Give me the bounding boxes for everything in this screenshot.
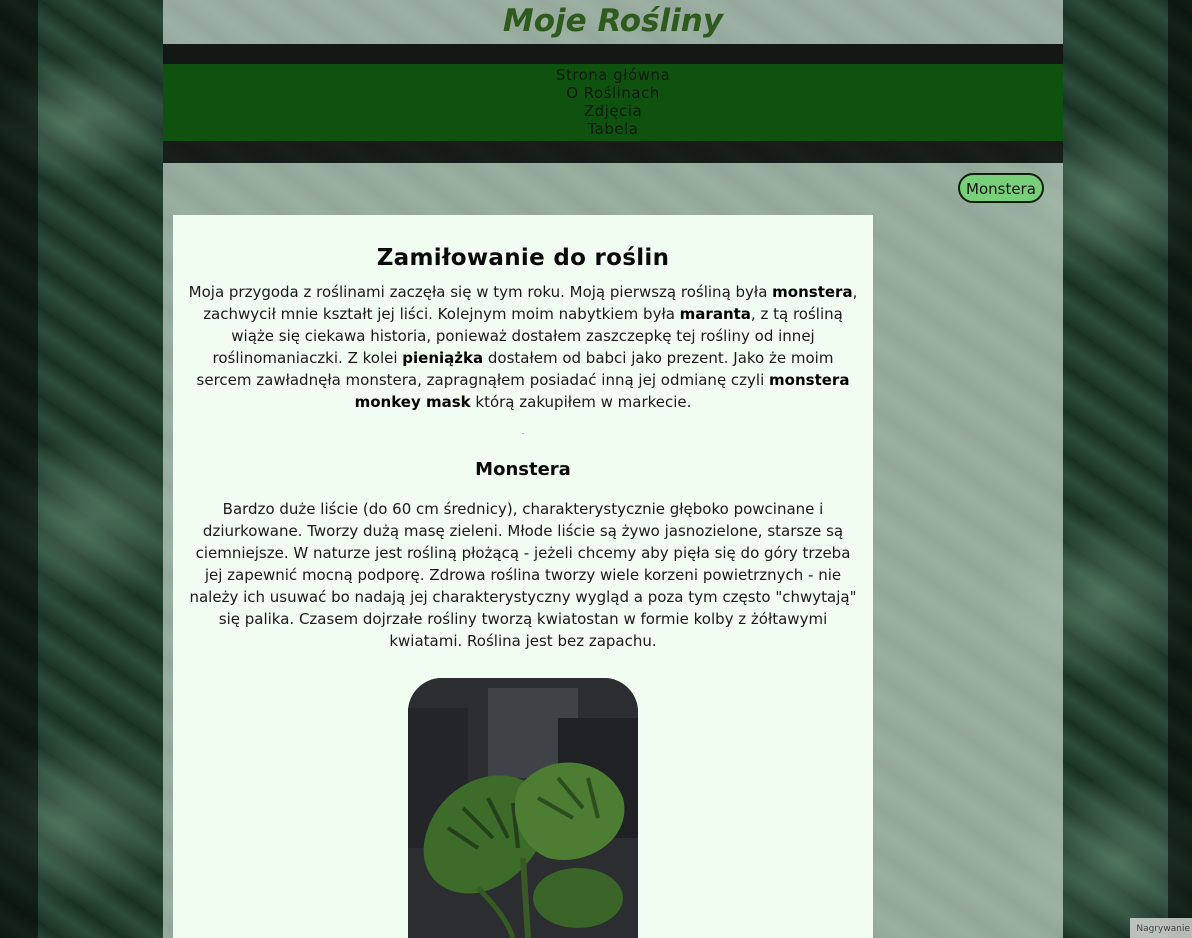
monstera-button[interactable]: Monstera — [958, 173, 1044, 203]
intro-bold-monstera: monstera — [772, 283, 853, 301]
monstera-plant-image — [408, 678, 638, 938]
recording-indicator: Nagrywanie — [1130, 918, 1192, 938]
nav-link-table[interactable]: Tabela — [163, 120, 1063, 138]
header-divider — [163, 44, 1063, 64]
intro-text: którą zakupiłem w markecie. — [470, 393, 692, 411]
nav-divider — [163, 141, 1063, 163]
article-intro: Moja przygoda z roślinami zaczęła się w … — [188, 281, 858, 413]
section-text: Bardzo duże liście (do 60 cm średnicy), … — [189, 500, 857, 650]
intro-bold-pieniazek: pieniążka — [402, 349, 484, 367]
article-heading: Zamiłowanie do roślin — [376, 245, 670, 271]
intro-text: Moja przygoda z roślinami zaczęła się w … — [188, 283, 773, 301]
article: Zamiłowanie do roślin Moja przygoda z ro… — [173, 215, 873, 938]
main-navigation: Strona główna O Roślinach Zdjęcia Tabela — [163, 64, 1063, 141]
separator-dot: . — [521, 427, 525, 436]
nav-link-home[interactable]: Strona główna — [163, 66, 1063, 84]
background-edge-right — [1168, 0, 1192, 938]
nav-link-photos[interactable]: Zdjęcia — [163, 102, 1063, 120]
intro-bold-maranta: maranta — [679, 305, 751, 323]
site-header: Moje Rośliny — [163, 0, 1063, 44]
nav-link-about-plants[interactable]: O Roślinach — [163, 84, 1063, 102]
monstera-photo — [408, 678, 638, 938]
background-edge-left — [0, 0, 38, 938]
section-heading: Monstera — [475, 459, 571, 480]
site-title: Moje Rośliny — [502, 3, 724, 39]
